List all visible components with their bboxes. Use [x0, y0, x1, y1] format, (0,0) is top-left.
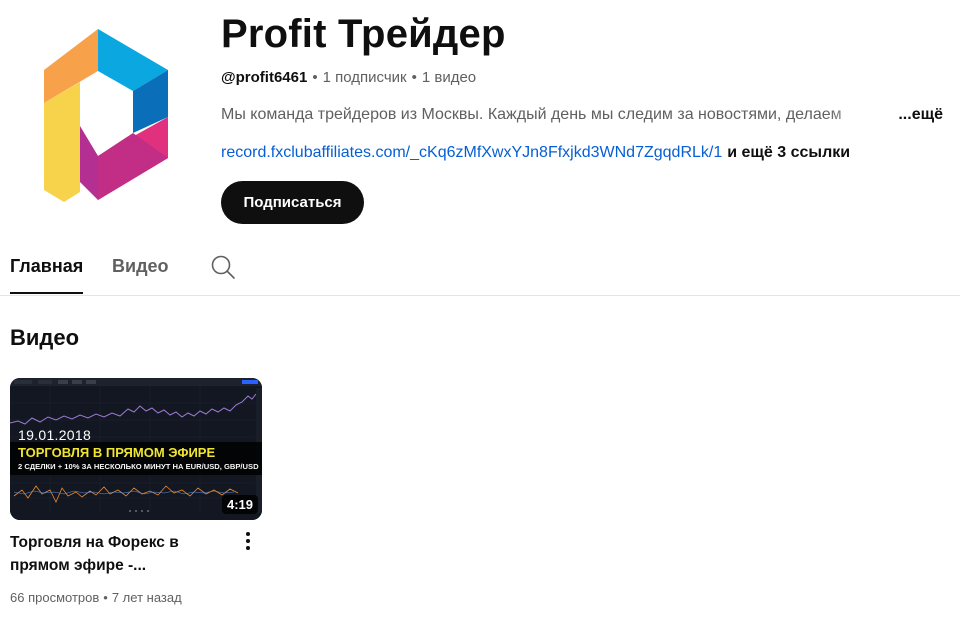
thumbnail-subline: 2 СДЕЛКИ + 10% ЗА НЕСКОЛЬКО МИНУТ НА EUR… [18, 462, 259, 471]
tab-home[interactable]: Главная [10, 256, 83, 277]
separator: • [411, 69, 417, 86]
video-title[interactable]: Торговля на Форекс в прямом эфире -... [10, 531, 220, 577]
tab-videos[interactable]: Видео [112, 256, 169, 277]
description-text: Мы команда трейдеров из Москвы. Каждый д… [221, 106, 842, 123]
profit-logo-icon [44, 29, 168, 202]
view-count: 66 просмотров [10, 590, 100, 605]
channel-page: Profit Трейдер @profit6461 • 1 подписчик • 1… [0, 0, 960, 626]
video-thumbnail[interactable]: 19.01.2018 ТОРГОВЛЯ В ПРЯМОМ ЭФИРЕ 2 СДЕ… [10, 378, 262, 520]
channel-avatar[interactable] [28, 22, 188, 212]
video-meta: 66 просмотров • 7 лет назад [10, 590, 182, 605]
channel-description[interactable]: Мы команда трейдеров из Москвы. Каждый д… [221, 106, 943, 128]
separator: • [312, 69, 318, 86]
description-more-button[interactable]: ...ещё [894, 106, 943, 124]
active-tab-indicator [10, 292, 83, 294]
video-card[interactable]: 19.01.2018 ТОРГОВЛЯ В ПРЯМОМ ЭФИРЕ 2 СДЕ… [10, 378, 262, 605]
duration-badge: 4:19 [221, 495, 258, 514]
channel-tabs: Главная Видео [0, 240, 960, 296]
channel-handle: @profit6461 [221, 69, 308, 86]
separator: • [103, 590, 108, 605]
subscribe-button[interactable]: Подписаться [221, 181, 364, 224]
more-links-button[interactable]: и ещё 3 ссылки [727, 144, 850, 161]
channel-links: record.fxclubaffiliates.com/_cKq6zMfXwxY… [221, 144, 850, 162]
subscriber-count: 1 подписчик [322, 69, 407, 86]
more-vert-icon[interactable] [240, 530, 256, 552]
thumbnail-headline: ТОРГОВЛЯ В ПРЯМОМ ЭФИРЕ [18, 445, 216, 460]
thumbnail-date: 19.01.2018 [18, 427, 92, 443]
channel-link[interactable]: record.fxclubaffiliates.com/_cKq6zMfXwxY… [221, 144, 722, 161]
channel-name: Profit Трейдер [221, 12, 506, 56]
publish-age: 7 лет назад [111, 590, 182, 605]
section-title: Видео [10, 325, 80, 350]
video-count: 1 видео [421, 69, 477, 86]
channel-meta: @profit6461 • 1 подписчик • 1 видео [221, 69, 476, 86]
search-icon[interactable] [210, 254, 236, 280]
